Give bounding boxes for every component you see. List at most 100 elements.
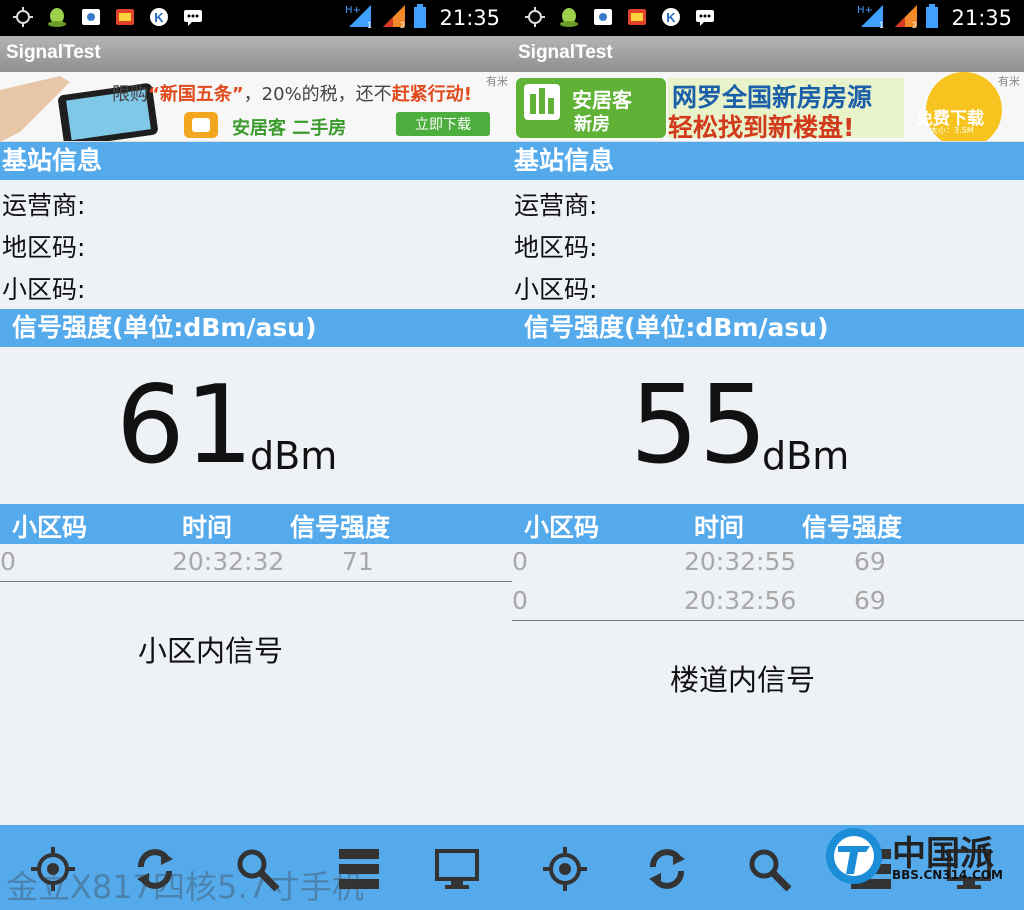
gallery-icon	[590, 5, 616, 29]
row-time: 20:32:32	[172, 547, 285, 576]
ad-file-size: 大小：3.5M	[930, 126, 974, 135]
battery-icon	[413, 3, 427, 33]
k-app-icon: K	[658, 5, 684, 29]
ad-banner[interactable]: 有米 限购“新国五条”，20%的税，还不赶紧行动! 安居客 二手房 立即下载	[0, 72, 512, 142]
monitor-button[interactable]	[428, 843, 486, 895]
column-cell-code: 小区码	[524, 513, 600, 542]
cell-code-label: 小区码:	[514, 275, 598, 304]
column-signal-strength: 信号强度	[290, 513, 391, 542]
operator-label: 运营商:	[2, 191, 86, 220]
row-cell-code: 0	[512, 586, 528, 615]
status-bar: K H+ 1 2 21:35	[512, 0, 1024, 36]
signal-strength-header: 信号强度(单位:dBm/asu)	[512, 309, 1024, 347]
app-title: SignalTest	[6, 42, 101, 63]
svg-text:H+: H+	[345, 5, 361, 16]
svg-text:H+: H+	[857, 5, 873, 16]
ad-brand-line2: 新房	[574, 114, 610, 135]
locate-icon	[543, 847, 587, 891]
table-row[interactable]: 0 20:32:55 69	[512, 544, 1024, 583]
gps-icon	[522, 5, 548, 29]
signal-unit: dBm	[762, 434, 850, 478]
refresh-icon	[649, 849, 685, 889]
svg-text:2: 2	[912, 21, 917, 29]
message-icon	[180, 5, 206, 29]
ad-headline-pre: 限购	[112, 84, 148, 105]
ad-headline-quote: “新国五条”	[148, 84, 244, 105]
logo-mark-icon	[826, 828, 882, 884]
column-signal-strength: 信号强度	[802, 513, 903, 542]
svg-text:1: 1	[879, 21, 884, 29]
locate-button[interactable]	[536, 843, 594, 895]
signal-h-plus-icon: H+ 1	[345, 3, 375, 33]
gallery-icon	[78, 5, 104, 29]
svg-text:K: K	[666, 10, 676, 25]
table-row[interactable]: 0 20:32:32 71	[0, 544, 512, 583]
signal-sim2-icon: 2	[381, 3, 407, 33]
row-cell-code: 0	[0, 547, 16, 576]
battery-icon	[925, 3, 939, 33]
status-bar: K H+ 1 2 21:35	[0, 0, 512, 36]
app-title: SignalTest	[518, 42, 613, 63]
row-strength: 69	[854, 547, 886, 576]
signal-table-header: 小区码 时间 信号强度	[512, 504, 1024, 544]
row-time: 20:32:55	[684, 547, 797, 576]
qq-icon	[556, 5, 582, 29]
svg-text:K: K	[154, 10, 164, 25]
svg-text:1: 1	[367, 21, 372, 29]
ad-headline-mid: ，20%的税，还不	[243, 84, 392, 105]
monitor-icon	[435, 849, 479, 889]
ad-headline-end: !	[463, 84, 472, 105]
area-code-label: 地区码:	[2, 233, 86, 262]
area-code-label: 地区码:	[514, 233, 598, 262]
caption: 小区内信号	[138, 634, 284, 668]
base-station-header: 基站信息	[512, 142, 1024, 180]
store-icon	[624, 5, 650, 29]
row-strength: 71	[342, 547, 374, 576]
status-clock: 21:35	[951, 6, 1012, 30]
ad-headline-line2: 轻松找到新楼盘!	[668, 113, 855, 142]
svg-text:2: 2	[400, 21, 405, 29]
gps-icon	[10, 5, 36, 29]
ad-headline: 限购“新国五条”，20%的税，还不赶紧行动!	[112, 80, 472, 106]
signal-value: 55	[630, 363, 768, 488]
ad-tag: 有米	[998, 75, 1020, 88]
operator-label: 运营商:	[514, 191, 598, 220]
signal-sim2-icon: 2	[893, 3, 919, 33]
watermark-caption: 金立X817四核5.7寸手机	[6, 868, 364, 906]
phone-screen-right: K H+ 1 2 21:35 SignalTest 有米 安居客 新房 网罗全国…	[512, 0, 1024, 910]
row-divider	[0, 581, 512, 582]
ad-banner[interactable]: 有米 安居客 新房 网罗全国新房房源 轻松找到新楼盘! 免费下载 大小：3.5M	[512, 72, 1024, 142]
column-time: 时间	[182, 513, 233, 542]
signal-table-header: 小区码 时间 信号强度	[0, 504, 512, 544]
column-cell-code: 小区码	[12, 513, 88, 542]
title-bar: SignalTest	[512, 36, 1024, 72]
k-app-icon: K	[146, 5, 172, 29]
row-strength: 69	[854, 586, 886, 615]
search-button[interactable]	[740, 843, 798, 895]
ad-tag: 有米	[486, 75, 508, 88]
signal-strength-header: 信号强度(单位:dBm/asu)	[0, 309, 512, 347]
base-station-header: 基站信息	[0, 142, 512, 180]
phone-screen-left: K H+ 1 2 21:35 SignalTest 有米 限购“新国五条”，20…	[0, 0, 512, 910]
column-time: 时间	[694, 513, 745, 542]
signal-unit: dBm	[250, 434, 338, 478]
ad-brand: 安居客 二手房	[232, 118, 347, 139]
cell-code-label: 小区码:	[2, 275, 86, 304]
logo-url: BBS.CN314.COM	[892, 868, 1003, 882]
refresh-button[interactable]	[638, 843, 696, 895]
message-icon	[692, 5, 718, 29]
site-logo: 中国派 BBS.CN314.COM	[820, 826, 1020, 886]
row-cell-code: 0	[512, 547, 528, 576]
signal-value: 61	[116, 363, 254, 488]
ad-brand-line1: 安居客	[572, 88, 632, 112]
caption: 楼道内信号	[670, 663, 816, 697]
signal-h-plus-icon: H+ 1	[857, 3, 887, 33]
qq-icon	[44, 5, 70, 29]
ad-cta-button[interactable]: 立即下载	[396, 114, 490, 134]
ad-headline-bold: 赶紧行动	[391, 84, 464, 105]
row-divider	[512, 620, 1024, 621]
status-clock: 21:35	[439, 6, 500, 30]
table-row[interactable]: 0 20:32:56 69	[512, 583, 1024, 622]
search-icon	[749, 849, 792, 892]
store-icon	[112, 5, 138, 29]
